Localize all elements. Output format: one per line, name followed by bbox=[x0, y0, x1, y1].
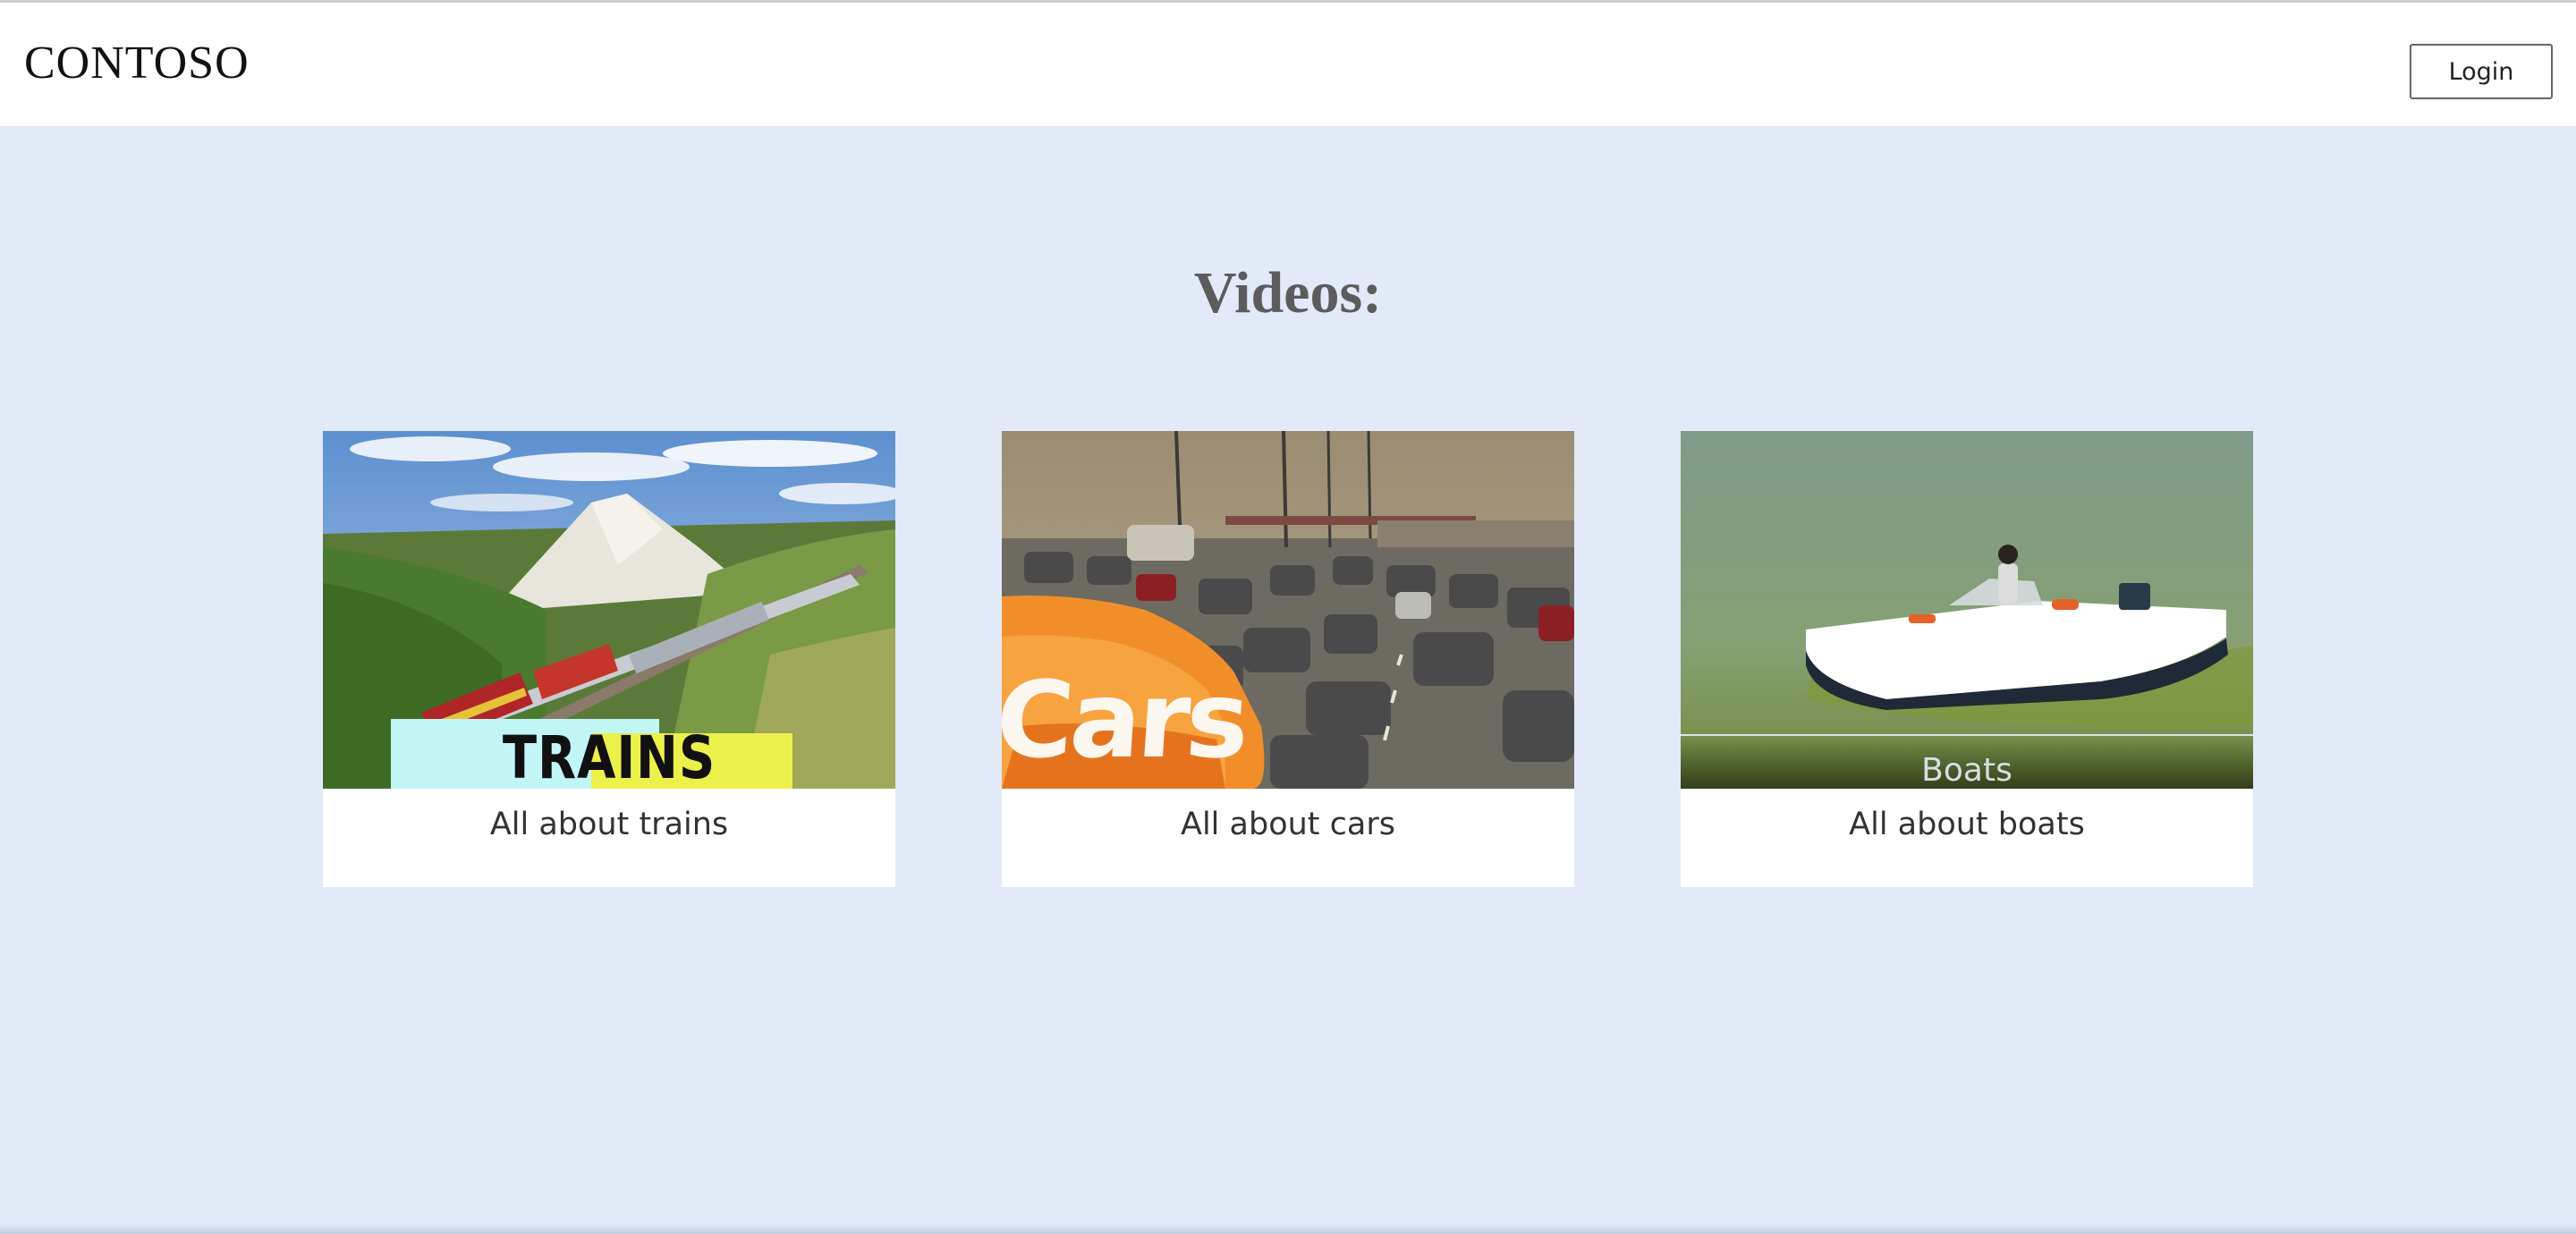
top-bar: CONTOSO Login bbox=[0, 3, 2576, 126]
boats-thumbnail-image bbox=[1681, 431, 2253, 789]
video-thumbnail-boats[interactable]: Boats bbox=[1681, 431, 2253, 789]
video-thumbnail-trains[interactable]: TRAINS bbox=[323, 431, 895, 789]
video-card-boats[interactable]: Boats All about boats bbox=[1681, 431, 2253, 887]
page-title: Videos: bbox=[1193, 260, 1383, 325]
brand-logo: CONTOSO bbox=[24, 38, 250, 89]
trains-thumbnail-text: TRAINS bbox=[502, 723, 716, 789]
video-caption-trains[interactable]: All about trains bbox=[323, 807, 895, 842]
video-caption-cars[interactable]: All about cars bbox=[1002, 807, 1574, 842]
login-button[interactable]: Login bbox=[2410, 44, 2553, 99]
bottom-edge-shadow bbox=[0, 1223, 2576, 1234]
boats-thumbnail-text: Boats bbox=[1921, 752, 2012, 789]
video-caption-boats[interactable]: All about boats bbox=[1681, 807, 2253, 842]
video-thumbnail-cars[interactable]: Cars bbox=[1002, 431, 1574, 789]
video-card-cars[interactable]: Cars All about cars bbox=[1002, 431, 1574, 887]
video-card-trains[interactable]: TRAINS All about trains bbox=[323, 431, 895, 887]
cars-thumbnail-text: Cars bbox=[1002, 658, 1250, 782]
